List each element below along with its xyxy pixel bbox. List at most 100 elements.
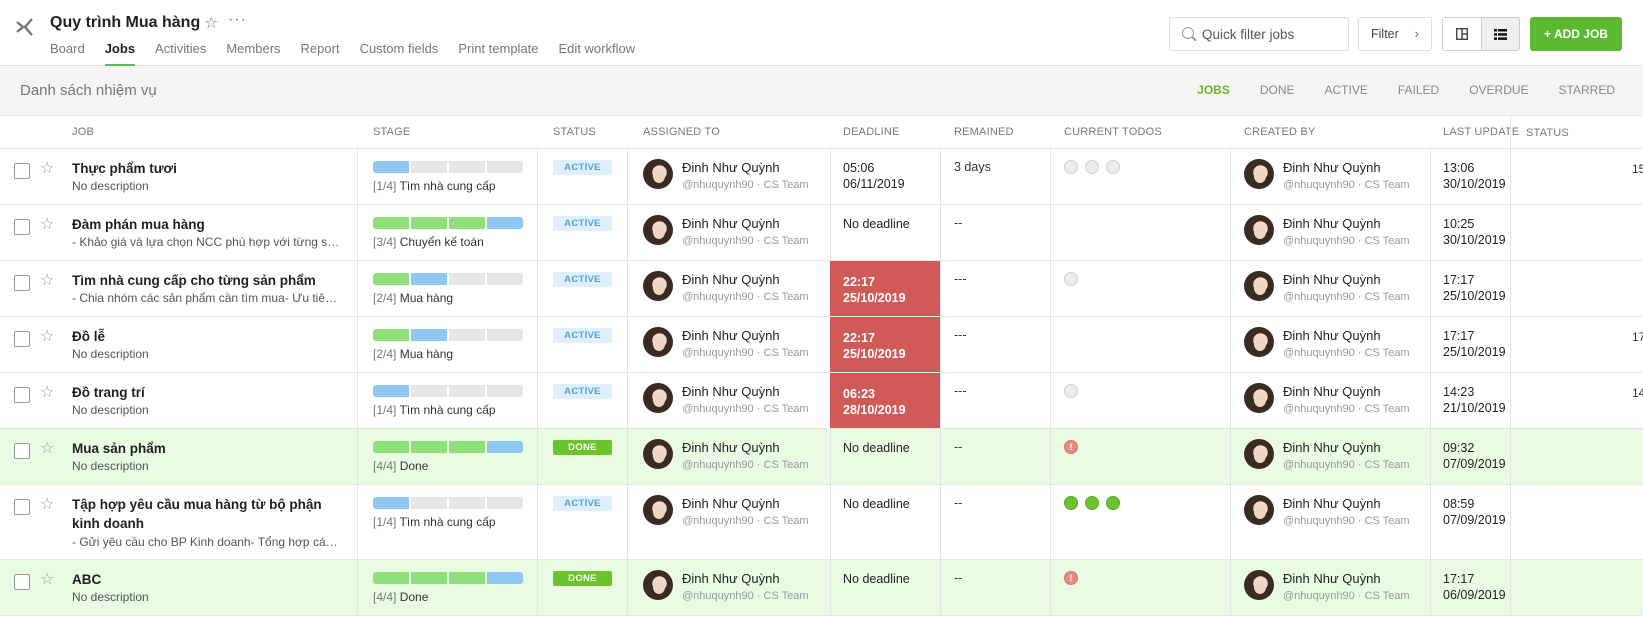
table-row[interactable]: ☆ Thực phẩm tươi No description [1/4] Tìm n… bbox=[0, 149, 1643, 205]
creator-avatar[interactable] bbox=[1244, 327, 1274, 357]
assignee-name[interactable]: Đinh Như Quỳnh bbox=[682, 384, 780, 399]
todo-indicator[interactable] bbox=[1085, 496, 1099, 510]
filter-tab-starred[interactable]: STARRED bbox=[1559, 83, 1615, 97]
creator-avatar[interactable] bbox=[1244, 383, 1274, 413]
assignee-name[interactable]: Đinh Như Quỳnh bbox=[682, 496, 780, 511]
job-name[interactable]: Đồ trang trí bbox=[72, 383, 332, 402]
col-assigned-to[interactable]: ASSIGNED TO bbox=[643, 126, 720, 138]
row-checkbox[interactable] bbox=[14, 163, 30, 179]
assignee-name[interactable]: Đinh Như Quỳnh bbox=[682, 216, 780, 231]
creator-name[interactable]: Đinh Như Quỳnh bbox=[1283, 496, 1381, 511]
col-status[interactable]: STATUS bbox=[553, 126, 596, 138]
row-star-icon[interactable]: ☆ bbox=[40, 569, 54, 589]
row-checkbox[interactable] bbox=[14, 387, 30, 403]
job-name[interactable]: Tập hợp yêu cầu mua hàng từ bộ phận kinh… bbox=[72, 495, 332, 533]
todo-indicator[interactable] bbox=[1064, 496, 1078, 510]
table-row[interactable]: ☆ Tập hợp yêu cầu mua hàng từ bộ phận kin… bbox=[0, 485, 1643, 560]
todo-warning-icon[interactable]: ! bbox=[1064, 440, 1078, 454]
todo-warning-icon[interactable]: ! bbox=[1064, 571, 1078, 585]
table-row[interactable]: ☆ ABC No description [4/4] Done DONE Đinh Như… bbox=[0, 560, 1643, 616]
col-current-todos[interactable]: CURRENT TODOS bbox=[1064, 126, 1162, 138]
tab-edit-workflow[interactable]: Edit workflow bbox=[559, 40, 636, 66]
row-star-icon[interactable]: ☆ bbox=[40, 382, 54, 402]
col-deadline[interactable]: DEADLINE bbox=[843, 126, 900, 138]
assignee-name[interactable]: Đinh Như Quỳnh bbox=[682, 328, 780, 343]
col-remained[interactable]: REMAINED bbox=[954, 126, 1014, 138]
tab-print-template[interactable]: Print template bbox=[458, 40, 538, 66]
row-checkbox[interactable] bbox=[14, 275, 30, 291]
tab-custom-fields[interactable]: Custom fields bbox=[360, 40, 439, 66]
tab-members[interactable]: Members bbox=[226, 40, 280, 66]
table-row[interactable]: ☆ Tìm nhà cung cấp cho từng sản phẩm - Chi… bbox=[0, 261, 1643, 317]
assignee-avatar[interactable] bbox=[643, 383, 673, 413]
more-icon[interactable]: ··· bbox=[228, 11, 247, 29]
table-row[interactable]: ☆ Đàm phán mua hàng - Khảo giá và lựa chọn… bbox=[0, 205, 1643, 261]
creator-avatar[interactable] bbox=[1244, 159, 1274, 189]
creator-name[interactable]: Đinh Như Quỳnh bbox=[1283, 216, 1381, 231]
filter-tab-done[interactable]: DONE bbox=[1260, 83, 1295, 97]
assignee-name[interactable]: Đinh Như Quỳnh bbox=[682, 440, 780, 455]
tab-activities[interactable]: Activities bbox=[155, 40, 206, 66]
job-name[interactable]: Thực phẩm tươi bbox=[72, 159, 332, 178]
creator-avatar[interactable] bbox=[1244, 439, 1274, 469]
todo-indicator[interactable] bbox=[1064, 160, 1078, 174]
app-logo-icon[interactable] bbox=[14, 16, 36, 38]
row-star-icon[interactable]: ☆ bbox=[40, 326, 54, 346]
todo-indicator[interactable] bbox=[1085, 160, 1099, 174]
assignee-avatar[interactable] bbox=[643, 495, 673, 525]
todo-indicator[interactable] bbox=[1106, 496, 1120, 510]
row-checkbox[interactable] bbox=[14, 499, 30, 515]
add-job-button[interactable]: + ADD JOB bbox=[1530, 17, 1622, 51]
row-checkbox[interactable] bbox=[14, 574, 30, 590]
assignee-name[interactable]: Đinh Như Quỳnh bbox=[682, 160, 780, 175]
creator-avatar[interactable] bbox=[1244, 495, 1274, 525]
creator-name[interactable]: Đinh Như Quỳnh bbox=[1283, 328, 1381, 343]
col-job[interactable]: JOB bbox=[72, 126, 94, 138]
job-name[interactable]: ABC bbox=[72, 570, 332, 589]
row-star-icon[interactable]: ☆ bbox=[40, 158, 54, 178]
creator-avatar[interactable] bbox=[1244, 570, 1274, 600]
tab-report[interactable]: Report bbox=[301, 40, 340, 66]
assignee-avatar[interactable] bbox=[643, 271, 673, 301]
filter-tab-jobs[interactable]: JOBS bbox=[1197, 83, 1230, 97]
assignee-avatar[interactable] bbox=[643, 159, 673, 189]
row-checkbox[interactable] bbox=[14, 331, 30, 347]
table-row[interactable]: ☆ Mua sản phẩm No description [4/4] Done DON… bbox=[0, 429, 1643, 485]
stage-label[interactable]: [1/4] Tìm nhà cung cấp bbox=[373, 515, 496, 529]
col-created-by[interactable]: CREATED BY bbox=[1244, 126, 1315, 138]
row-star-icon[interactable]: ☆ bbox=[40, 270, 54, 290]
tab-jobs[interactable]: Jobs bbox=[104, 40, 136, 66]
job-name[interactable]: Đàm phán mua hàng bbox=[72, 215, 332, 234]
stage-label[interactable]: [2/4] Mua hàng bbox=[373, 291, 453, 305]
assignee-avatar[interactable] bbox=[643, 215, 673, 245]
stage-label[interactable]: [3/4] Chuyển kế toán bbox=[373, 235, 484, 249]
row-checkbox[interactable] bbox=[14, 219, 30, 235]
row-star-icon[interactable]: ☆ bbox=[40, 214, 54, 234]
filter-tab-overdue[interactable]: OVERDUE bbox=[1469, 83, 1528, 97]
stage-label[interactable]: [1/4] Tìm nhà cung cấp bbox=[373, 179, 496, 193]
todo-indicator[interactable] bbox=[1064, 272, 1078, 286]
table-row[interactable]: ☆ Đồ trang trí No description [1/4] Tìm nhà… bbox=[0, 373, 1643, 429]
job-name[interactable]: Đồ lễ bbox=[72, 327, 332, 346]
creator-name[interactable]: Đinh Như Quỳnh bbox=[1283, 272, 1381, 287]
job-name[interactable]: Tìm nhà cung cấp cho từng sản phẩm bbox=[72, 271, 332, 290]
list-view-button[interactable] bbox=[1480, 18, 1519, 50]
stage-label[interactable]: [1/4] Tìm nhà cung cấp bbox=[373, 403, 496, 417]
star-icon[interactable]: ☆ bbox=[204, 13, 218, 33]
row-checkbox[interactable] bbox=[14, 443, 30, 459]
creator-avatar[interactable] bbox=[1244, 271, 1274, 301]
assignee-avatar[interactable] bbox=[643, 327, 673, 357]
tab-board[interactable]: Board bbox=[50, 40, 85, 66]
filter-tab-failed[interactable]: FAILED bbox=[1398, 83, 1439, 97]
todo-indicator[interactable] bbox=[1106, 160, 1120, 174]
creator-avatar[interactable] bbox=[1244, 215, 1274, 245]
creator-name[interactable]: Đinh Như Quỳnh bbox=[1283, 384, 1381, 399]
creator-name[interactable]: Đinh Như Quỳnh bbox=[1283, 160, 1381, 175]
todo-indicator[interactable] bbox=[1064, 384, 1078, 398]
row-star-icon[interactable]: ☆ bbox=[40, 494, 54, 514]
job-name[interactable]: Mua sản phẩm bbox=[72, 439, 332, 458]
stage-label[interactable]: [2/4] Mua hàng bbox=[373, 347, 453, 361]
col-last-update[interactable]: LAST UPDATE bbox=[1443, 126, 1519, 138]
assignee-avatar[interactable] bbox=[643, 570, 673, 600]
assignee-name[interactable]: Đinh Như Quỳnh bbox=[682, 571, 780, 586]
